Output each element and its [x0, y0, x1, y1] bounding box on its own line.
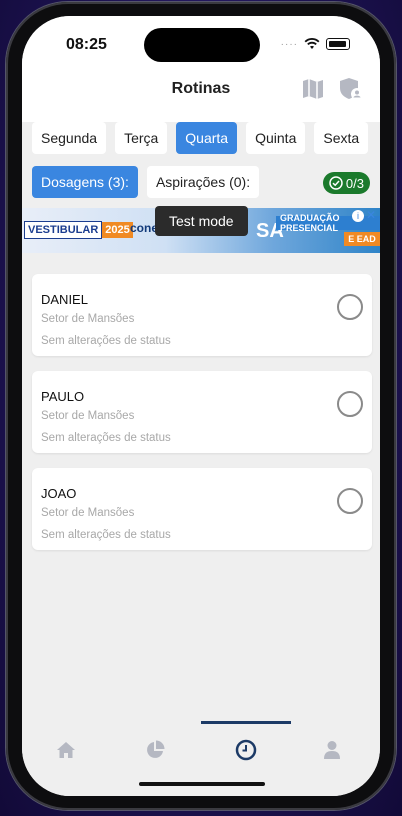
active-tab-indicator [201, 721, 291, 724]
tab-quarta[interactable]: Quarta [176, 122, 238, 154]
app-header: Rotinas [22, 76, 380, 122]
home-icon [57, 742, 75, 758]
tab-home[interactable] [54, 738, 78, 762]
ad-ead-text: E EAD [344, 232, 380, 246]
pie-chart-icon [147, 740, 165, 758]
patient-sector: Setor de Mansões [41, 507, 135, 519]
check-circle-icon [329, 176, 343, 190]
status-icons: ···· [281, 38, 350, 50]
completion-radio[interactable] [337, 391, 363, 417]
progress-badge: 0/3 [322, 172, 370, 194]
tab-sexta[interactable]: Sexta [314, 122, 369, 154]
app-screen: 08:25 ···· Rotinas Segunda Terça Quarta … [22, 16, 380, 796]
routine-type-tabs: Dosagens (3): Aspirações (0): [32, 166, 260, 198]
tab-stats[interactable] [143, 738, 167, 762]
filters-area: Segunda Terça Quarta Quinta Sexta Dosage… [22, 122, 380, 208]
patient-status: Sem alterações de status [41, 335, 171, 347]
patient-name: DANIEL [41, 292, 88, 307]
shield-user-icon[interactable] [338, 76, 364, 102]
tab-profile[interactable] [320, 738, 344, 762]
test-mode-tooltip: Test mode [155, 206, 248, 236]
ad-close-icon[interactable]: ✕ [366, 208, 376, 222]
battery-icon [326, 38, 350, 50]
patient-name: PAULO [41, 389, 85, 404]
patient-status: Sem alterações de status [41, 432, 171, 444]
patient-name: JOAO [41, 486, 77, 501]
list-item[interactable]: PAULO Setor de Mansões Sem alterações de… [32, 371, 372, 453]
ad-info-icon[interactable]: i [352, 210, 364, 222]
completion-radio[interactable] [337, 294, 363, 320]
tab-routines[interactable] [234, 738, 258, 762]
clock-icon [235, 739, 257, 761]
patient-status: Sem alterações de status [41, 529, 171, 541]
ad-year-label: 2025 [102, 222, 133, 238]
wifi-icon [304, 38, 320, 49]
patient-sector: Setor de Mansões [41, 313, 135, 325]
tab-aspiracoes[interactable]: Aspirações (0): [146, 166, 260, 198]
patient-sector: Setor de Mansões [41, 410, 135, 422]
ad-graduation-text: GRADUAÇÃO PRESENCIAL [276, 213, 380, 233]
dynamic-island [144, 28, 260, 62]
user-icon [324, 741, 340, 759]
list-item[interactable]: DANIEL Setor de Mansões Sem alterações d… [32, 274, 372, 356]
tab-segunda[interactable]: Segunda [32, 122, 107, 154]
list-item[interactable]: JOAO Setor de Mansões Sem alterações de … [32, 468, 372, 550]
ad-vestibular-label: VESTIBULAR [24, 221, 103, 239]
home-indicator [139, 782, 265, 786]
tab-terca[interactable]: Terça [115, 122, 168, 154]
status-time: 08:25 [66, 36, 107, 53]
signal-icon: ···· [280, 38, 298, 50]
status-bar: 08:25 ···· [22, 16, 380, 76]
page-title: Rotinas [171, 80, 231, 97]
tab-dosagens[interactable]: Dosagens (3): [32, 166, 138, 198]
map-icon[interactable] [300, 76, 326, 102]
patient-list: DANIEL Setor de Mansões Sem alterações d… [32, 274, 372, 565]
weekday-tabs: Segunda Terça Quarta Quinta Sexta [32, 122, 369, 154]
progress-label: 0/3 [345, 175, 364, 191]
ad-vestibular-tag: VESTIBULAR 2025 [24, 221, 133, 239]
completion-radio[interactable] [337, 488, 363, 514]
tab-quinta[interactable]: Quinta [246, 122, 306, 154]
